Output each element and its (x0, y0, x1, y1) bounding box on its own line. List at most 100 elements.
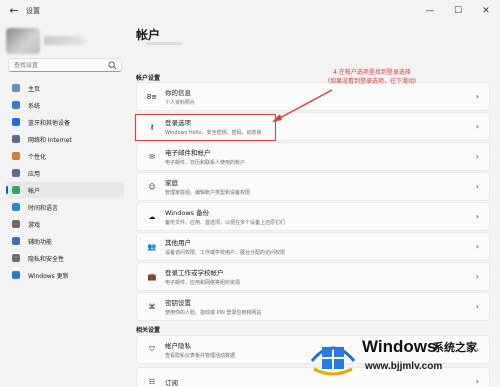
sidebar-item-8[interactable]: 游戏 (6, 216, 124, 232)
chevron-right-icon: › (475, 182, 479, 191)
card-subtitle: 个人资料照片 (165, 100, 196, 106)
annotation-line-1: 4.在帐户选项里找到登录选择 (333, 69, 411, 76)
sidebar-item-icon (12, 254, 20, 262)
avatar (6, 28, 40, 54)
sidebar-item-label: Windows 更新 (28, 272, 69, 280)
section-heading-related: 相关设置 (136, 327, 161, 334)
settings-card-5[interactable]: 👥 其他用户设备访问权限、工作或学校用户、展台分配的访问权限 › (136, 232, 490, 261)
related-card-icon: ⛉ (149, 345, 155, 353)
card-title: 家庭 (165, 179, 178, 187)
settings-card-3[interactable]: ☺ 家庭管理家庭组、编辑帐户类型和设备权限 › (136, 172, 490, 201)
sidebar-item-2[interactable]: 蓝牙和其他设备 (6, 114, 124, 130)
sidebar-item-9[interactable]: 辅助功能 (6, 233, 124, 249)
card-subtitle: 查看隐私仪表板并管理活动数据 (165, 353, 236, 359)
user-profile[interactable] (6, 28, 116, 56)
watermark: Windows 系统之家 www.bjjmlv.com (300, 325, 500, 387)
sidebar-item-4[interactable]: 个性化 (6, 148, 124, 164)
maximize-button[interactable]: ☐ (444, 0, 472, 22)
watermark-cn: 系统之家 (433, 341, 477, 354)
sidebar-item-icon (12, 118, 20, 126)
settings-card-icon: 👥 (147, 242, 157, 251)
chevron-right-icon: › (475, 122, 479, 131)
settings-card-7[interactable]: ⌘ 密钥设置使用你的人脸、指纹或 PIN 登录应用和网站 › (136, 292, 490, 321)
sidebar-item-icon (12, 220, 20, 228)
card-text: 登录工作或学校帐户 电子邮件、应用和网络等组织资源 (165, 267, 240, 286)
sidebar-item-icon (12, 84, 20, 92)
highlight-box-sign-in-options (135, 114, 276, 141)
chevron-right-icon: › (475, 152, 479, 161)
sidebar-item-6[interactable]: 帐户 (6, 182, 124, 198)
card-subtitle: 设备访问权限、工作或学校用户、展台分配的访问权限 (165, 250, 286, 256)
annotation-text: 4.在帐户选项里找到登录选择 （如果没看到登录选项，往下滑动） (294, 68, 450, 86)
settings-card-icon: ⌘ (148, 302, 156, 311)
sidebar-item-label: 主页 (28, 85, 41, 93)
card-text: 你的信息个人资料照片 (165, 87, 195, 106)
search-box[interactable] (8, 58, 122, 72)
sidebar: 主页系统蓝牙和其他设备网络和 Internet 个性化应用帐户时间和语言游戏辅助功… (0, 22, 128, 387)
card-title: 订阅 (165, 378, 178, 387)
watermark-brand: Windows (362, 337, 437, 356)
card-title: 密钥设置 (165, 299, 191, 307)
sidebar-item-0[interactable]: 主页 (6, 80, 124, 96)
section-heading-account: 帐户设置 (136, 75, 161, 82)
settings-card-6[interactable]: 💼 登录工作或学校帐户 电子邮件、应用和网络等组织资源 › (136, 262, 490, 291)
card-title: 其他用户 (165, 239, 191, 247)
sidebar-item-label: 网络和 Internet (28, 136, 72, 144)
settings-card-icon: ☁ (148, 212, 156, 221)
sidebar-item-icon (12, 101, 20, 109)
chevron-right-icon: › (475, 302, 479, 311)
card-text: 家庭管理家庭组、编辑帐户类型和设备权限 (165, 177, 250, 196)
annotation-line-2: （如果没看到登录选项，往下滑动） (323, 78, 420, 85)
windows-logo-icon (310, 346, 356, 376)
settings-card-icon: 8≡ (146, 92, 158, 101)
sidebar-item-label: 隐私和安全性 (28, 255, 65, 263)
card-subtitle: 电子邮件、日历和联系人使用的帐户 (165, 160, 246, 166)
sidebar-item-icon (12, 135, 20, 143)
chevron-right-icon: › (475, 212, 479, 221)
window-controls: — ☐ ✕ (416, 0, 500, 22)
user-name-blurred (44, 36, 84, 45)
sidebar-item-1[interactable]: 系统 (6, 97, 124, 113)
card-subtitle: 使用你的人脸、指纹或 PIN 登录应用和网站 (165, 310, 262, 316)
chevron-right-icon: › (475, 92, 479, 101)
settings-card-4[interactable]: ☁ Windows 备份备份文件、应用、首选项，以便在多个设备上还原它们 › (136, 202, 490, 231)
settings-card-icon: 💼 (147, 272, 157, 281)
card-subtitle: 备份文件、应用、首选项，以便在多个设备上还原它们 (165, 220, 286, 226)
minimize-button[interactable]: — (416, 0, 444, 22)
card-subtitle: 电子邮件、应用和网络等组织资源 (165, 280, 241, 286)
sidebar-item-label: 时间和语言 (28, 204, 59, 212)
sidebar-item-icon (12, 169, 20, 177)
close-button[interactable]: ✕ (472, 0, 500, 22)
annotation-arrow (272, 89, 333, 122)
search-input[interactable] (14, 61, 104, 69)
card-text: 订阅 (165, 377, 178, 387)
page-title: 帐户 (136, 28, 161, 42)
sidebar-item-3[interactable]: 网络和 Internet (6, 131, 124, 147)
card-title: 电子邮件和帐户 (165, 149, 211, 157)
sidebar-item-label: 个性化 (28, 153, 47, 161)
sidebar-item-11[interactable]: Windows 更新 (6, 267, 124, 283)
sidebar-item-10[interactable]: 隐私和安全性 (6, 250, 124, 266)
chevron-right-icon: › (475, 272, 479, 281)
sidebar-item-icon (12, 271, 20, 279)
sidebar-item-7[interactable]: 时间和语言 (6, 199, 124, 215)
sidebar-item-label: 游戏 (28, 221, 41, 229)
title-bar: ← 设置 — ☐ ✕ (0, 0, 500, 22)
scroll-hint-bar (146, 42, 182, 45)
settings-card-icon: ☺ (148, 182, 156, 191)
search-icon[interactable] (108, 61, 117, 70)
sidebar-nav: 主页系统蓝牙和其他设备网络和 Internet 个性化应用帐户时间和语言游戏辅助功… (6, 80, 124, 284)
sidebar-item-5[interactable]: 应用 (6, 165, 124, 181)
sidebar-item-label: 帐户 (28, 187, 41, 195)
sidebar-item-label: 系统 (28, 102, 41, 110)
window-title: 设置 (26, 7, 40, 15)
settings-card-2[interactable]: ✉ 电子邮件和帐户 电子邮件、日历和联系人使用的帐户 › (136, 142, 490, 171)
sidebar-item-label: 辅助功能 (28, 238, 53, 246)
card-title: 你的信息 (165, 89, 191, 97)
card-title: Windows 备份 (165, 209, 210, 217)
chevron-right-icon: › (475, 242, 479, 251)
card-subtitle: 管理家庭组、编辑帐户类型和设备权限 (165, 190, 251, 196)
related-card-icon: ☷ (148, 377, 156, 386)
sidebar-item-icon (12, 203, 20, 211)
back-arrow-icon[interactable]: ← (6, 3, 22, 19)
